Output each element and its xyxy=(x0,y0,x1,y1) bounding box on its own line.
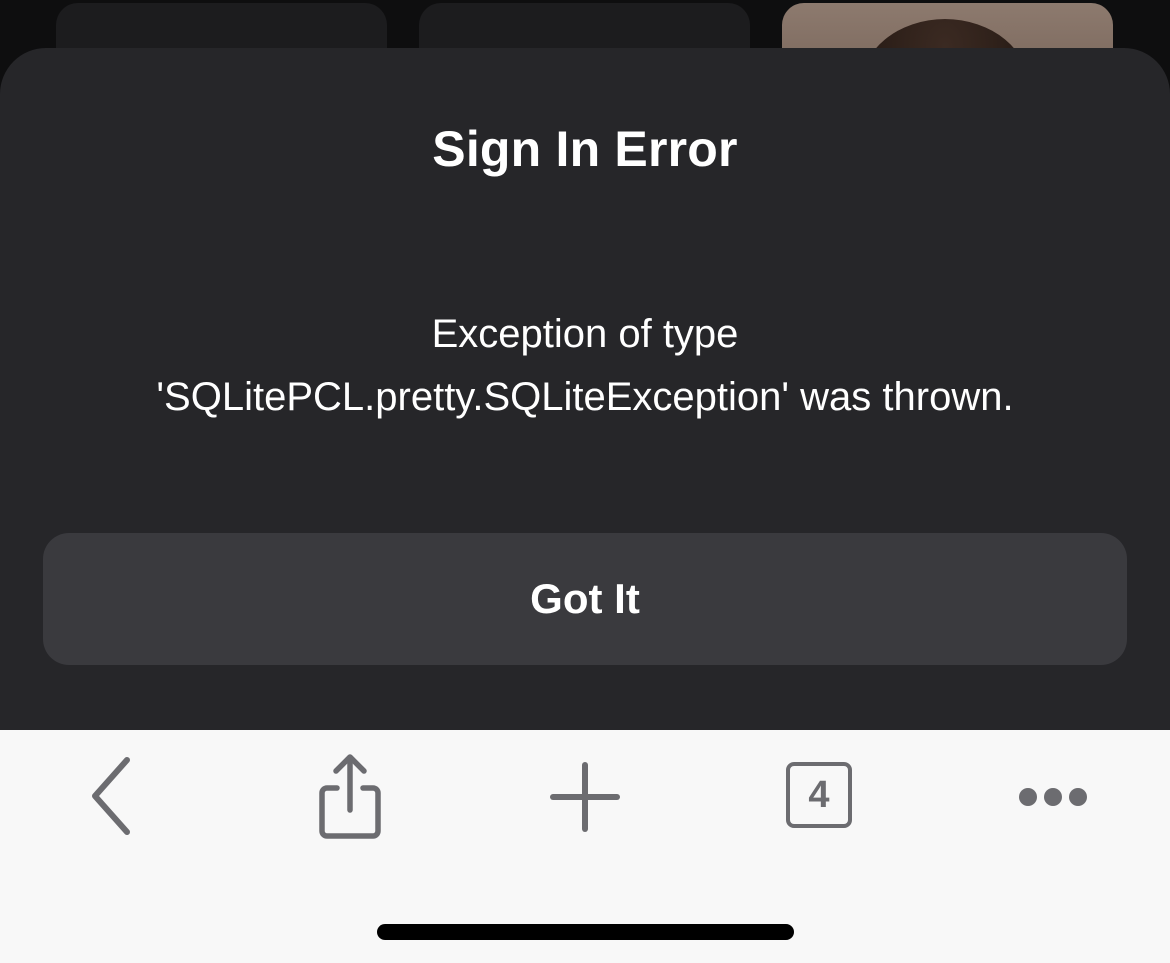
alert-message-line: 'SQLitePCL.pretty.SQLiteException' was t… xyxy=(156,375,1014,419)
browser-toolbar: 4 xyxy=(0,730,1170,963)
new-tab-button[interactable] xyxy=(535,752,635,842)
back-button[interactable] xyxy=(67,752,167,842)
error-alert-sheet: Sign In Error Exception of type 'SQLiteP… xyxy=(0,48,1170,748)
home-indicator[interactable] xyxy=(377,924,794,940)
share-icon xyxy=(319,754,381,839)
tab-count-badge: 4 xyxy=(786,762,852,828)
share-button[interactable] xyxy=(300,752,400,842)
alert-message-line: Exception of type xyxy=(431,312,739,356)
plus-icon xyxy=(550,762,620,832)
alert-message: Exception of type 'SQLitePCL.pretty.SQLi… xyxy=(40,303,1130,429)
tabs-button[interactable]: 4 xyxy=(769,752,869,842)
more-button[interactable] xyxy=(1003,752,1103,842)
screen: Sign In Error Exception of type 'SQLiteP… xyxy=(0,0,1170,963)
alert-title: Sign In Error xyxy=(432,121,738,177)
chevron-left-icon xyxy=(92,757,130,835)
got-it-button[interactable]: Got It xyxy=(43,533,1127,665)
ellipsis-icon xyxy=(1019,788,1087,806)
